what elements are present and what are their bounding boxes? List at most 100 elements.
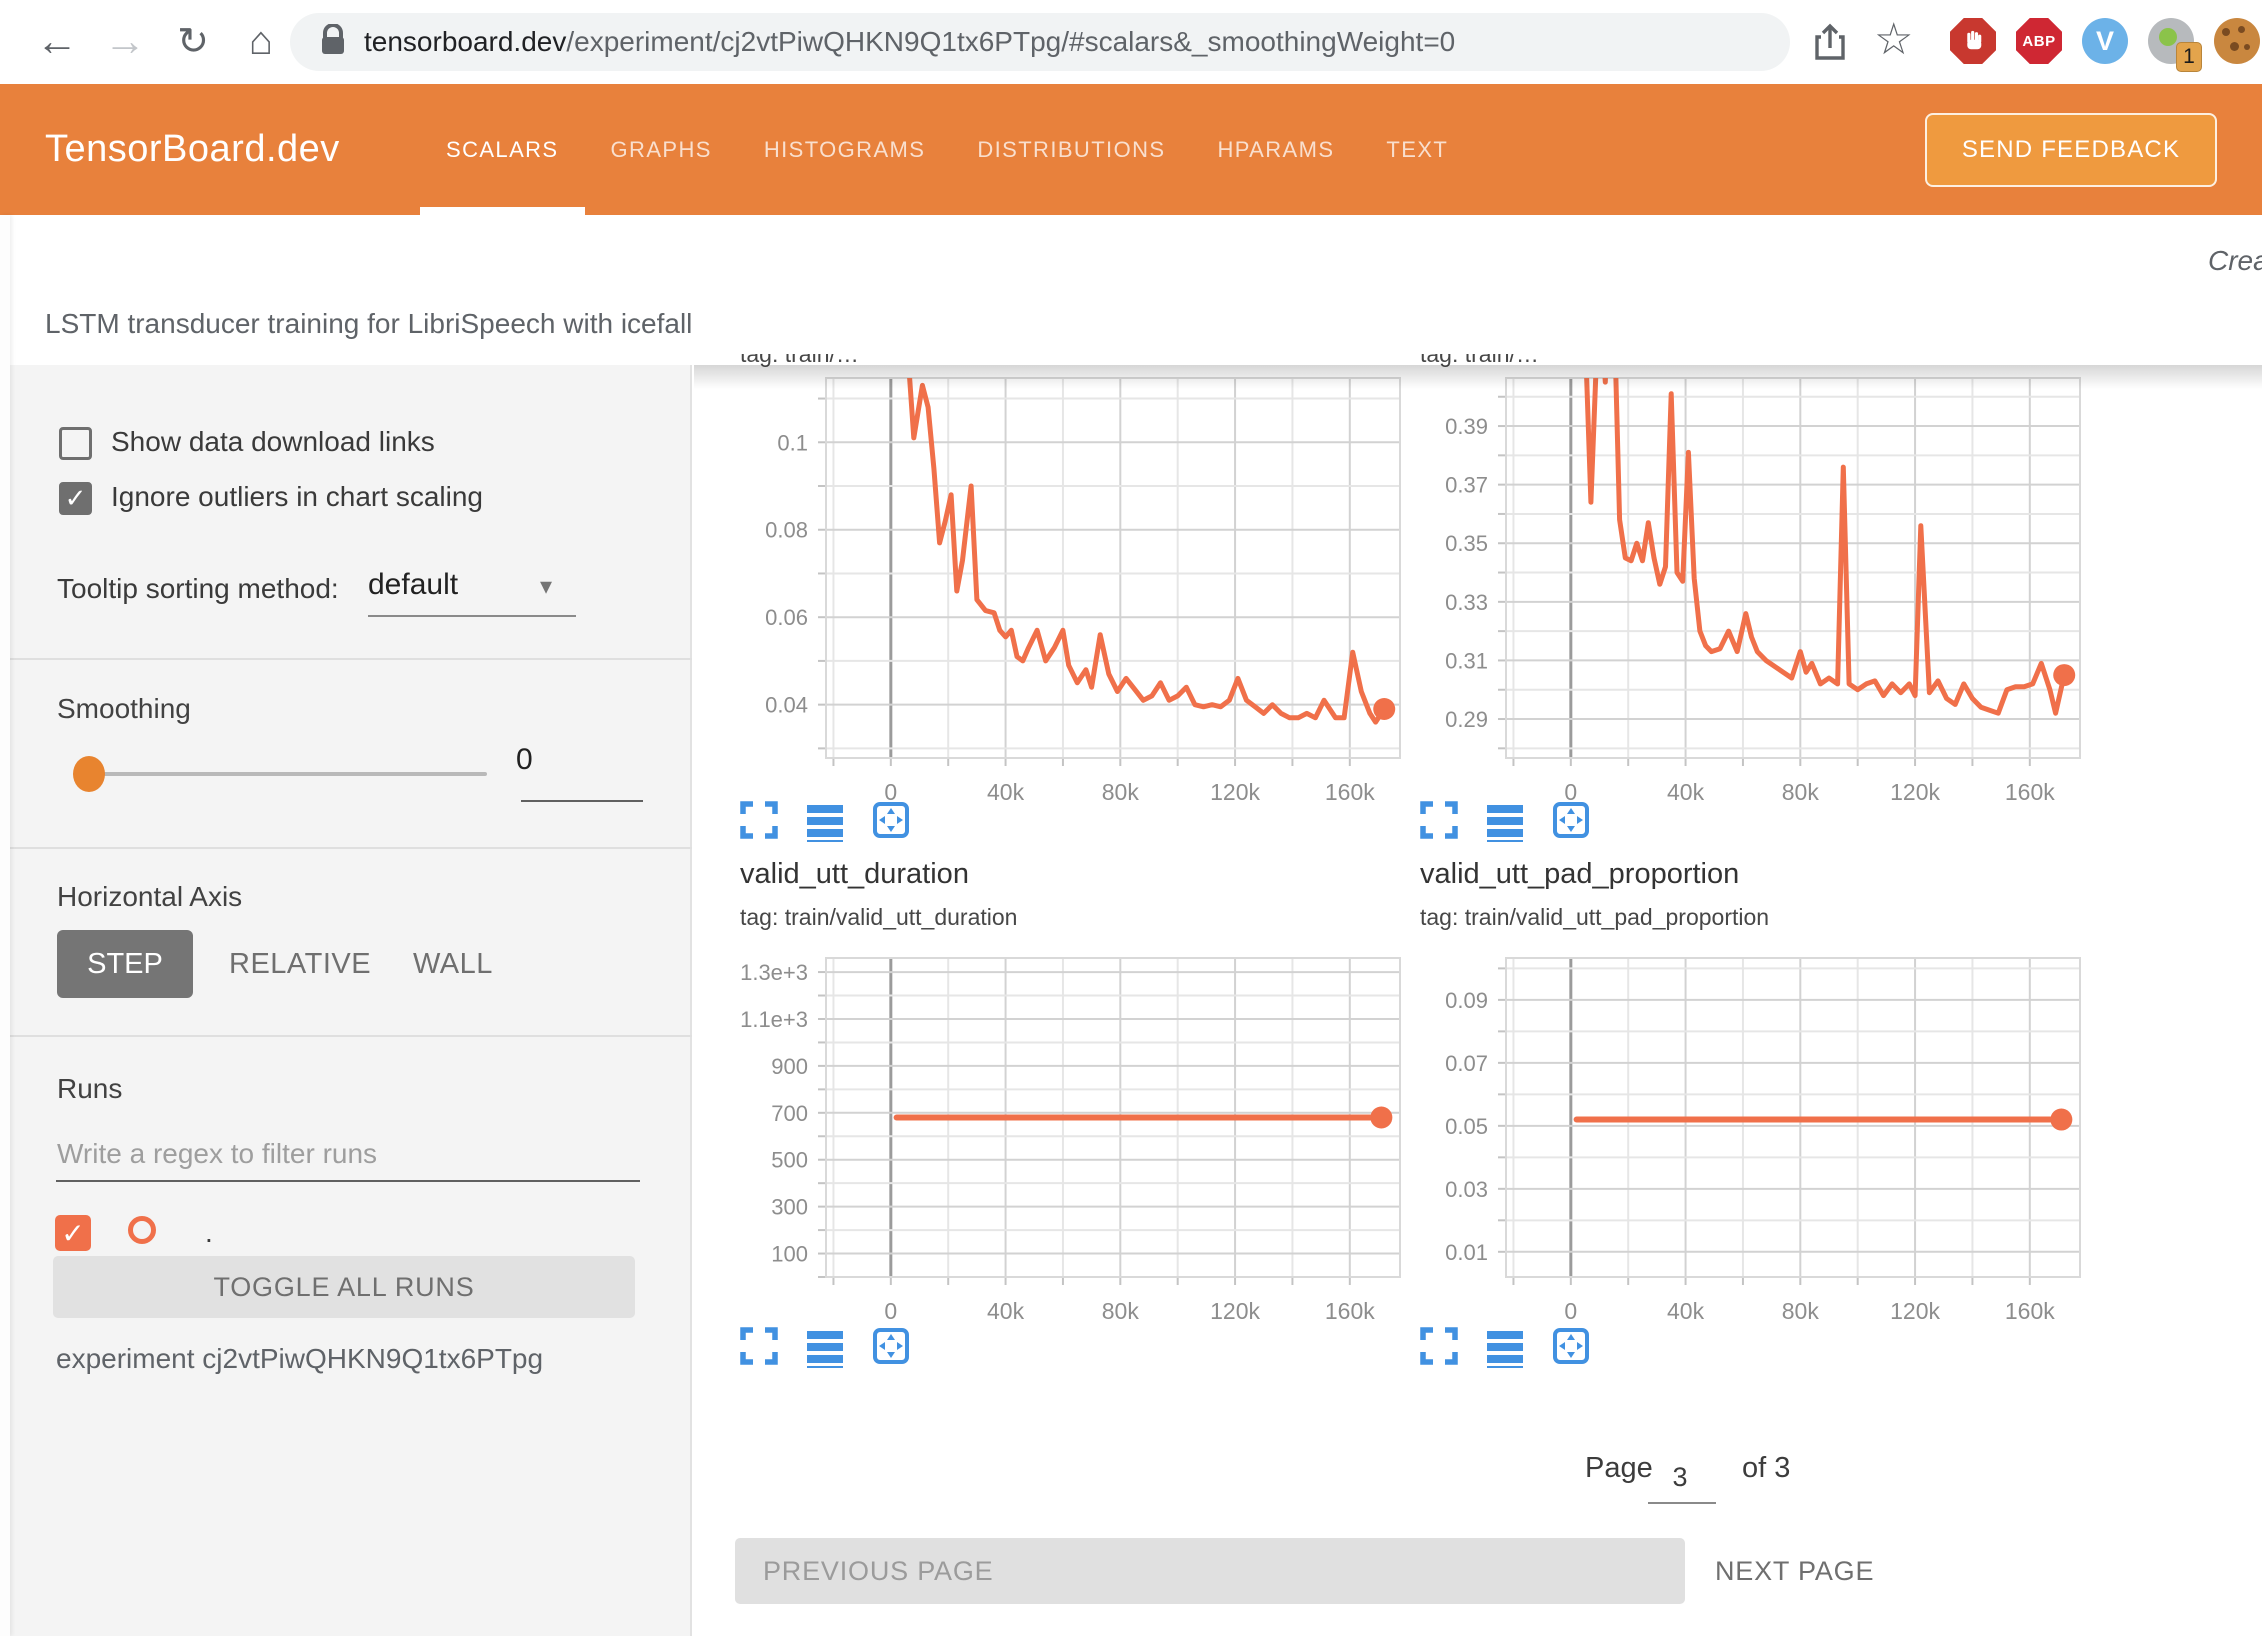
x-tick-label: 160k [1325, 779, 1375, 805]
previous-page-button[interactable]: PREVIOUS PAGE [735, 1538, 1685, 1604]
divider [0, 1035, 692, 1037]
bookmark-star-icon[interactable]: ☆ [1874, 14, 1913, 65]
smoothing-slider-thumb[interactable] [73, 756, 105, 792]
x-tick-label: 120k [1890, 779, 1940, 805]
y-tick-label: 0.1 [777, 430, 808, 455]
series-end-dot [1373, 698, 1395, 720]
next-page-button[interactable]: NEXT PAGE [1715, 1538, 1874, 1604]
regex-input-underline [56, 1180, 640, 1182]
y-tick-label: 0.33 [1445, 590, 1488, 615]
page-number-input[interactable]: 3 [1650, 1462, 1710, 1493]
tooltip-select-underline [368, 615, 576, 617]
stop-hand-extension-icon[interactable] [1950, 18, 1996, 64]
y-tick-label: 0.04 [765, 693, 808, 718]
home-icon[interactable]: ⌂ [232, 12, 290, 70]
chevron-down-icon[interactable]: ▾ [540, 572, 552, 601]
tab-distributions[interactable]: DISTRIBUTIONS [951, 84, 1191, 215]
y-tick-label: 0.07 [1445, 1051, 1488, 1076]
tensorboard-header: TensorBoard.dev SCALARSGRAPHSHISTOGRAMSD… [0, 84, 2262, 215]
y-tick-label: 700 [771, 1101, 808, 1126]
x-tick-label: 80k [1102, 1298, 1140, 1324]
experiment-info-strip: Crea LSTM transducer training for LibriS… [0, 215, 2262, 365]
y-tick-label: 900 [771, 1054, 808, 1079]
scalar-line-chart[interactable]: 0.040.060.080.1040k80k120k160k [714, 370, 1412, 808]
divider [0, 658, 692, 660]
expand-chart-icon[interactable] [737, 1324, 781, 1373]
run-color-swatch[interactable] [128, 1216, 156, 1244]
adblock-plus-extension-icon[interactable]: ABP [2016, 18, 2062, 64]
series-end-dot [1370, 1107, 1392, 1129]
toggle-all-runs-button[interactable]: TOGGLE ALL RUNS [53, 1256, 635, 1318]
run-name: . [205, 1217, 213, 1249]
view-run-data-icon[interactable] [1483, 1324, 1527, 1373]
session-extension-icon[interactable]: 1 [2148, 18, 2194, 64]
tooltip-sorting-select[interactable]: default [368, 568, 458, 602]
axis-relative-button[interactable]: RELATIVE [229, 948, 371, 981]
url-text: tensorboard.dev/experiment/cj2vtPiwQHKN9… [364, 26, 1455, 58]
y-tick-label: 0.37 [1445, 473, 1488, 498]
cookie-extension-icon[interactable] [2214, 18, 2260, 64]
x-tick-label: 160k [1325, 1298, 1375, 1324]
address-bar[interactable]: tensorboard.dev/experiment/cj2vtPiwQHKN9… [290, 13, 1790, 71]
fit-domain-to-data-icon[interactable] [1549, 798, 1593, 847]
smoothing-slider-track[interactable] [89, 772, 487, 776]
browser-chrome: ← → ↻ ⌂ tensorboard.dev/experiment/cj2vt… [0, 0, 2262, 84]
created-date-partial: Crea [2208, 245, 2262, 277]
y-tick-label: 0.09 [1445, 988, 1488, 1013]
green-dot [2159, 28, 2177, 46]
series-end-dot [2050, 1109, 2072, 1131]
fit-domain-to-data-icon[interactable] [869, 1324, 913, 1373]
view-run-data-icon[interactable] [803, 1324, 847, 1373]
show-download-links-checkbox[interactable] [59, 427, 92, 460]
expand-chart-icon[interactable] [737, 798, 781, 847]
smoothing-label: Smoothing [57, 693, 191, 725]
share-icon[interactable] [1808, 20, 1852, 69]
scalar-line-chart[interactable]: 0.010.030.050.070.09040k80k120k160k [1394, 950, 2092, 1327]
tensorboard-logo[interactable]: TensorBoard.dev [45, 84, 340, 215]
send-feedback-button[interactable]: SEND FEEDBACK [1925, 113, 2217, 187]
runs-label: Runs [57, 1073, 122, 1105]
run-checkbox[interactable]: ✓ [55, 1215, 91, 1251]
dashboard-tabs: SCALARSGRAPHSHISTOGRAMSDISTRIBUTIONSHPAR… [420, 84, 1474, 215]
expand-chart-icon[interactable] [1417, 1324, 1461, 1373]
y-tick-label: 1.3e+3 [740, 960, 808, 985]
series-end-dot [2053, 664, 2075, 686]
x-tick-label: 160k [2005, 1298, 2055, 1324]
axis-step-button[interactable]: STEP [57, 930, 193, 998]
smoothing-value[interactable]: 0 [516, 743, 533, 777]
axis-wall-button[interactable]: WALL [413, 948, 493, 981]
y-tick-label: 0.31 [1445, 648, 1488, 673]
tab-histograms[interactable]: HISTOGRAMS [738, 84, 952, 215]
reload-icon[interactable]: ↻ [164, 12, 222, 70]
fit-domain-to-data-icon[interactable] [869, 798, 913, 847]
x-tick-label: 120k [1210, 1298, 1260, 1324]
chart-toolbar [1417, 1324, 1593, 1373]
runs-regex-input[interactable]: Write a regex to filter runs [57, 1138, 377, 1170]
forward-icon[interactable]: → [96, 12, 154, 70]
fit-domain-to-data-icon[interactable] [1549, 1324, 1593, 1373]
scalar-line-chart[interactable]: 1003005007009001.1e+31.3e+3040k80k120k16… [714, 950, 1412, 1327]
smoothing-value-underline [521, 800, 643, 802]
extension-badge: 1 [2176, 42, 2202, 72]
x-tick-label: 120k [1210, 779, 1260, 805]
horizontal-axis-label: Horizontal Axis [57, 881, 242, 913]
tab-scalars[interactable]: SCALARS [420, 84, 585, 215]
tab-hparams[interactable]: HPARAMS [1191, 84, 1360, 215]
y-tick-label: 1.1e+3 [740, 1007, 808, 1032]
expand-chart-icon[interactable] [1417, 798, 1461, 847]
x-tick-label: 40k [987, 779, 1025, 805]
divider [0, 847, 692, 849]
x-tick-label: 40k [1667, 779, 1705, 805]
vimium-extension-icon[interactable]: V [2082, 18, 2128, 64]
experiment-title: LSTM transducer training for LibriSpeech… [45, 308, 692, 340]
back-icon[interactable]: ← [28, 12, 86, 70]
view-run-data-icon[interactable] [803, 798, 847, 847]
tab-graphs[interactable]: GRAPHS [585, 84, 738, 215]
y-tick-label: 100 [771, 1242, 808, 1267]
ignore-outliers-checkbox[interactable]: ✓ [59, 482, 92, 515]
scalar-line-chart[interactable]: 0.290.310.330.350.370.39040k80k120k160k [1394, 370, 2092, 808]
url-path: /experiment/cj2vtPiwQHKN9Q1tx6PTpg/#scal… [566, 26, 1455, 57]
tab-text[interactable]: TEXT [1360, 84, 1474, 215]
view-run-data-icon[interactable] [1483, 798, 1527, 847]
x-tick-label: 80k [1782, 779, 1820, 805]
